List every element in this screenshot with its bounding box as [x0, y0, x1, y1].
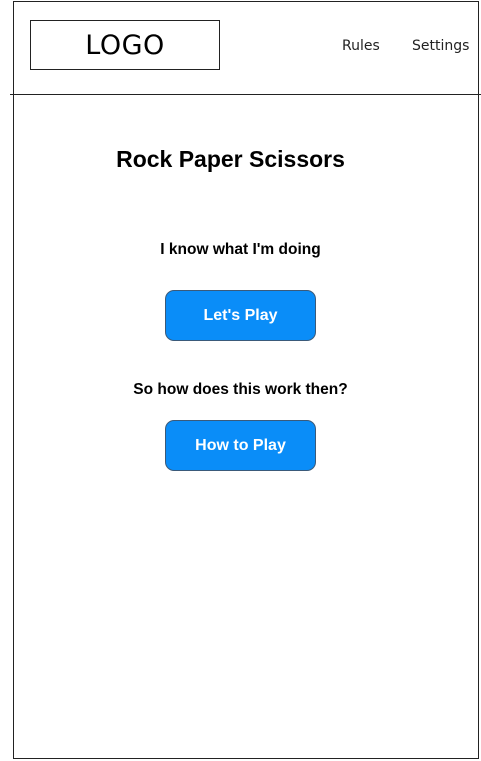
how-to-play-button[interactable]: How to Play — [165, 420, 316, 471]
page-title: Rock Paper Scissors — [116, 146, 345, 172]
newcomer-prompt: So how does this work then? — [133, 381, 348, 398]
header-divider — [10, 94, 481, 95]
nav-settings-link[interactable]: Settings — [412, 38, 469, 54]
lets-play-button[interactable]: Let's Play — [165, 290, 316, 341]
nav-rules-link[interactable]: Rules — [342, 38, 380, 54]
page-frame — [13, 1, 479, 759]
experienced-prompt: I know what I'm doing — [160, 241, 321, 258]
logo[interactable]: LOGO — [30, 20, 220, 70]
